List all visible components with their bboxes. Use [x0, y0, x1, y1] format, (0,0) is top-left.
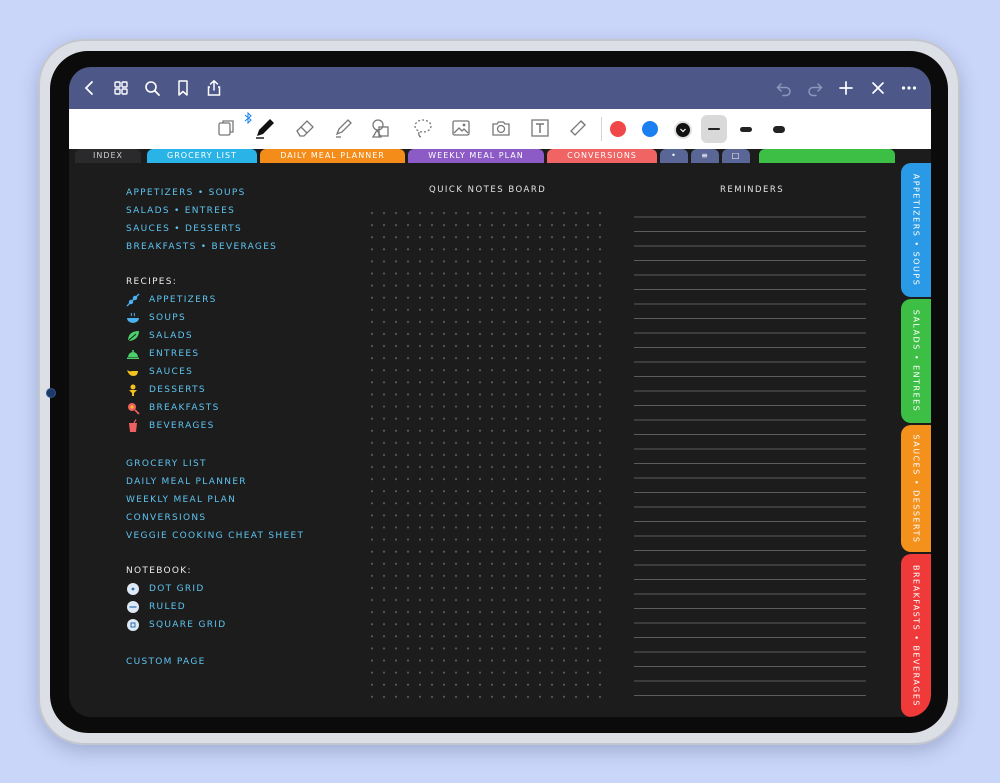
sidetab-sauces-desserts[interactable]: SAUCES • DESSERTS	[901, 425, 931, 552]
tab-square-grid-label: □	[731, 151, 741, 160]
more-icon[interactable]	[896, 75, 922, 101]
color-swatch-blue[interactable]	[642, 121, 658, 137]
toolbar-divider	[601, 117, 602, 141]
cloche-icon	[127, 350, 139, 359]
tab-square-grid[interactable]: □	[722, 149, 750, 163]
tab-conversions[interactable]: CONVERSIONS	[547, 149, 657, 163]
app-screen: INDEX GROCERY LIST DAILY MEAL PLANNER WE…	[69, 67, 931, 717]
tab-blank-green[interactable]	[759, 149, 895, 163]
color-swatch-red[interactable]	[610, 121, 626, 137]
stroke-width-medium[interactable]	[733, 115, 759, 143]
link-ruled[interactable]: RULED	[149, 602, 186, 612]
ruled-icon	[127, 601, 139, 613]
salad-leaf-icon	[127, 331, 139, 342]
sidetab-salads-entrees-label: SALADS • ENTREES	[911, 309, 921, 413]
link-grocery-list[interactable]: GROCERY LIST	[126, 459, 207, 469]
link-breakfasts-beverages[interactable]: BREAKFASTS • BEVERAGES	[126, 242, 277, 252]
tab-index-label: INDEX	[92, 151, 124, 160]
recipes-heading: RECIPES:	[126, 277, 178, 287]
sidetab-appetizers-soups-label: APPETIZERS • SOUPS	[911, 173, 921, 287]
pen-tool-icon[interactable]	[253, 116, 277, 140]
link-veggie-cooking-cheat-sheet[interactable]: VEGGIE COOKING CHEAT SHEET	[126, 531, 304, 541]
link-daily-meal-planner[interactable]: DAILY MEAL PLANNER	[126, 477, 247, 487]
link-recipe-entrees[interactable]: ENTREES	[149, 349, 199, 359]
breakfast-icon	[128, 403, 140, 415]
search-icon[interactable]	[139, 75, 165, 101]
quick-notes-title: QUICK NOTES BOARD	[429, 185, 547, 195]
tab-weekly-meal-plan[interactable]: WEEKLY MEAL PLAN	[408, 149, 544, 163]
tab-index[interactable]: INDEX	[75, 149, 141, 163]
tab-grocery-list-label: GROCERY LIST	[167, 151, 237, 160]
sidetab-breakfasts-beverages[interactable]: BREAKFASTS • BEVERAGES	[901, 554, 931, 717]
thumbnails-grid-icon[interactable]	[108, 75, 134, 101]
link-appetizers-soups[interactable]: APPETIZERS • SOUPS	[126, 188, 246, 198]
stroke-width-thin[interactable]	[701, 115, 727, 143]
link-square-grid[interactable]: SQUARE GRID	[149, 620, 226, 630]
dessert-icon	[129, 384, 137, 396]
lasso-tool-icon[interactable]	[411, 116, 435, 140]
redo-icon[interactable]	[802, 75, 828, 101]
undo-icon[interactable]	[771, 75, 797, 101]
dot-grid-icon	[127, 583, 139, 595]
link-recipe-salads[interactable]: SALADS	[149, 331, 193, 341]
link-recipe-soups[interactable]: SOUPS	[149, 313, 186, 323]
text-tool-icon[interactable]	[528, 116, 552, 140]
reminders-title: REMINDERS	[720, 185, 785, 195]
link-recipe-sauces[interactable]: SAUCES	[149, 367, 193, 377]
tab-grocery-list[interactable]: GROCERY LIST	[147, 149, 257, 163]
skewer-icon	[126, 293, 140, 307]
drawing-toolbar	[69, 109, 931, 150]
gravy-boat-icon	[127, 370, 138, 376]
sidetab-breakfasts-beverages-label: BREAKFASTS • BEVERAGES	[911, 564, 921, 707]
reminders-lines[interactable]	[634, 203, 866, 701]
sidetab-sauces-desserts-label: SAUCES • DESSERTS	[911, 434, 921, 543]
add-page-icon[interactable]	[833, 75, 859, 101]
link-weekly-meal-plan[interactable]: WEEKLY MEAL PLAN	[126, 495, 236, 505]
link-recipe-appetizers[interactable]: APPETIZERS	[149, 295, 217, 305]
sidetab-appetizers-soups[interactable]: APPETIZERS • SOUPS	[901, 163, 931, 297]
link-custom-page[interactable]: CUSTOM PAGE	[126, 657, 206, 667]
tab-ruled-label: ≡	[701, 151, 709, 160]
link-recipe-beverages[interactable]: BEVERAGES	[149, 421, 215, 431]
tab-daily-meal-planner[interactable]: DAILY MEAL PLANNER	[260, 149, 405, 163]
app-navbar	[69, 67, 931, 109]
link-dot-grid[interactable]: DOT GRID	[149, 584, 205, 594]
tab-dot-grid[interactable]: •	[660, 149, 688, 163]
quick-notes-dot-grid[interactable]	[366, 207, 606, 703]
link-sauces-desserts[interactable]: SAUCES • DESSERTS	[126, 224, 242, 234]
tab-conversions-label: CONVERSIONS	[567, 151, 637, 160]
stroke-width-thick[interactable]	[766, 115, 792, 143]
notebook-heading: NOTEBOOK:	[126, 566, 192, 576]
tab-dot-grid-label: •	[671, 151, 677, 160]
elements-tool-icon[interactable]	[566, 116, 590, 140]
planner-page: INDEX GROCERY LIST DAILY MEAL PLANNER WE…	[69, 149, 931, 717]
link-recipe-desserts[interactable]: DESSERTS	[149, 385, 206, 395]
tab-ruled[interactable]: ≡	[691, 149, 719, 163]
link-recipe-breakfasts[interactable]: BREAKFASTS	[149, 403, 220, 413]
back-icon[interactable]	[77, 75, 103, 101]
camera-icon	[46, 388, 56, 398]
read-only-mode-icon[interactable]	[214, 116, 238, 140]
drink-cup-icon	[129, 419, 137, 432]
close-icon[interactable]	[865, 75, 891, 101]
link-conversions[interactable]: CONVERSIONS	[126, 513, 206, 523]
tab-daily-meal-planner-label: DAILY MEAL PLANNER	[280, 151, 385, 160]
link-salads-entrees[interactable]: SALADS • ENTREES	[126, 206, 235, 216]
bookmark-icon[interactable]	[170, 75, 196, 101]
sidetab-salads-entrees[interactable]: SALADS • ENTREES	[901, 299, 931, 423]
share-icon[interactable]	[201, 75, 227, 101]
highlighter-tool-icon[interactable]	[331, 116, 355, 140]
index-page-content: APPETIZERS • SOUPS SALADS • ENTREES SAUC…	[69, 163, 901, 717]
soup-bowl-icon	[127, 312, 139, 323]
image-tool-icon[interactable]	[449, 116, 473, 140]
camera-tool-icon[interactable]	[489, 116, 513, 140]
color-swatch-black[interactable]	[674, 121, 692, 139]
shapes-tool-icon[interactable]	[369, 116, 393, 140]
tab-weekly-meal-plan-label: WEEKLY MEAL PLAN	[428, 151, 524, 160]
square-grid-icon	[127, 619, 139, 631]
eraser-tool-icon[interactable]	[293, 116, 317, 140]
